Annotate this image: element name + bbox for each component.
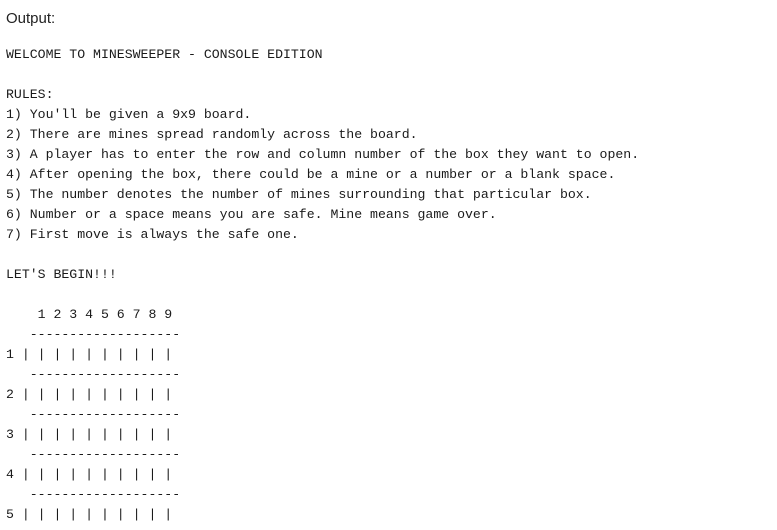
- board-separator: -------------------: [6, 367, 181, 382]
- board-row: 5 | | | | | | | | | |: [6, 507, 173, 522]
- output-label: Output:: [6, 10, 56, 27]
- rules-heading: RULES:: [6, 87, 54, 102]
- welcome-title: WELCOME TO MINESWEEPER - CONSOLE EDITION: [6, 47, 323, 62]
- begin-message: LET'S BEGIN!!!: [6, 267, 117, 282]
- board-separator: -------------------: [6, 447, 181, 462]
- rule-line: 1) You'll be given a 9x9 board.: [6, 107, 252, 122]
- rule-line: 6) Number or a space means you are safe.…: [6, 207, 497, 222]
- board-row: 2 | | | | | | | | | |: [6, 387, 173, 402]
- board-row: 3 | | | | | | | | | |: [6, 427, 173, 442]
- board-separator: -------------------: [6, 327, 181, 342]
- board-row: 1 | | | | | | | | | |: [6, 347, 173, 362]
- board-row: 4 | | | | | | | | | |: [6, 467, 173, 482]
- console-output: WELCOME TO MINESWEEPER - CONSOLE EDITION…: [6, 45, 639, 525]
- rule-line: 4) After opening the box, there could be…: [6, 167, 616, 182]
- board-separator: -------------------: [6, 487, 181, 502]
- board-column-header: 1 2 3 4 5 6 7 8 9: [6, 307, 173, 322]
- rule-line: 5) The number denotes the number of mine…: [6, 187, 592, 202]
- board-separator: -------------------: [6, 407, 181, 422]
- rule-line: 2) There are mines spread randomly acros…: [6, 127, 418, 142]
- rule-line: 7) First move is always the safe one.: [6, 227, 299, 242]
- rule-line: 3) A player has to enter the row and col…: [6, 147, 640, 162]
